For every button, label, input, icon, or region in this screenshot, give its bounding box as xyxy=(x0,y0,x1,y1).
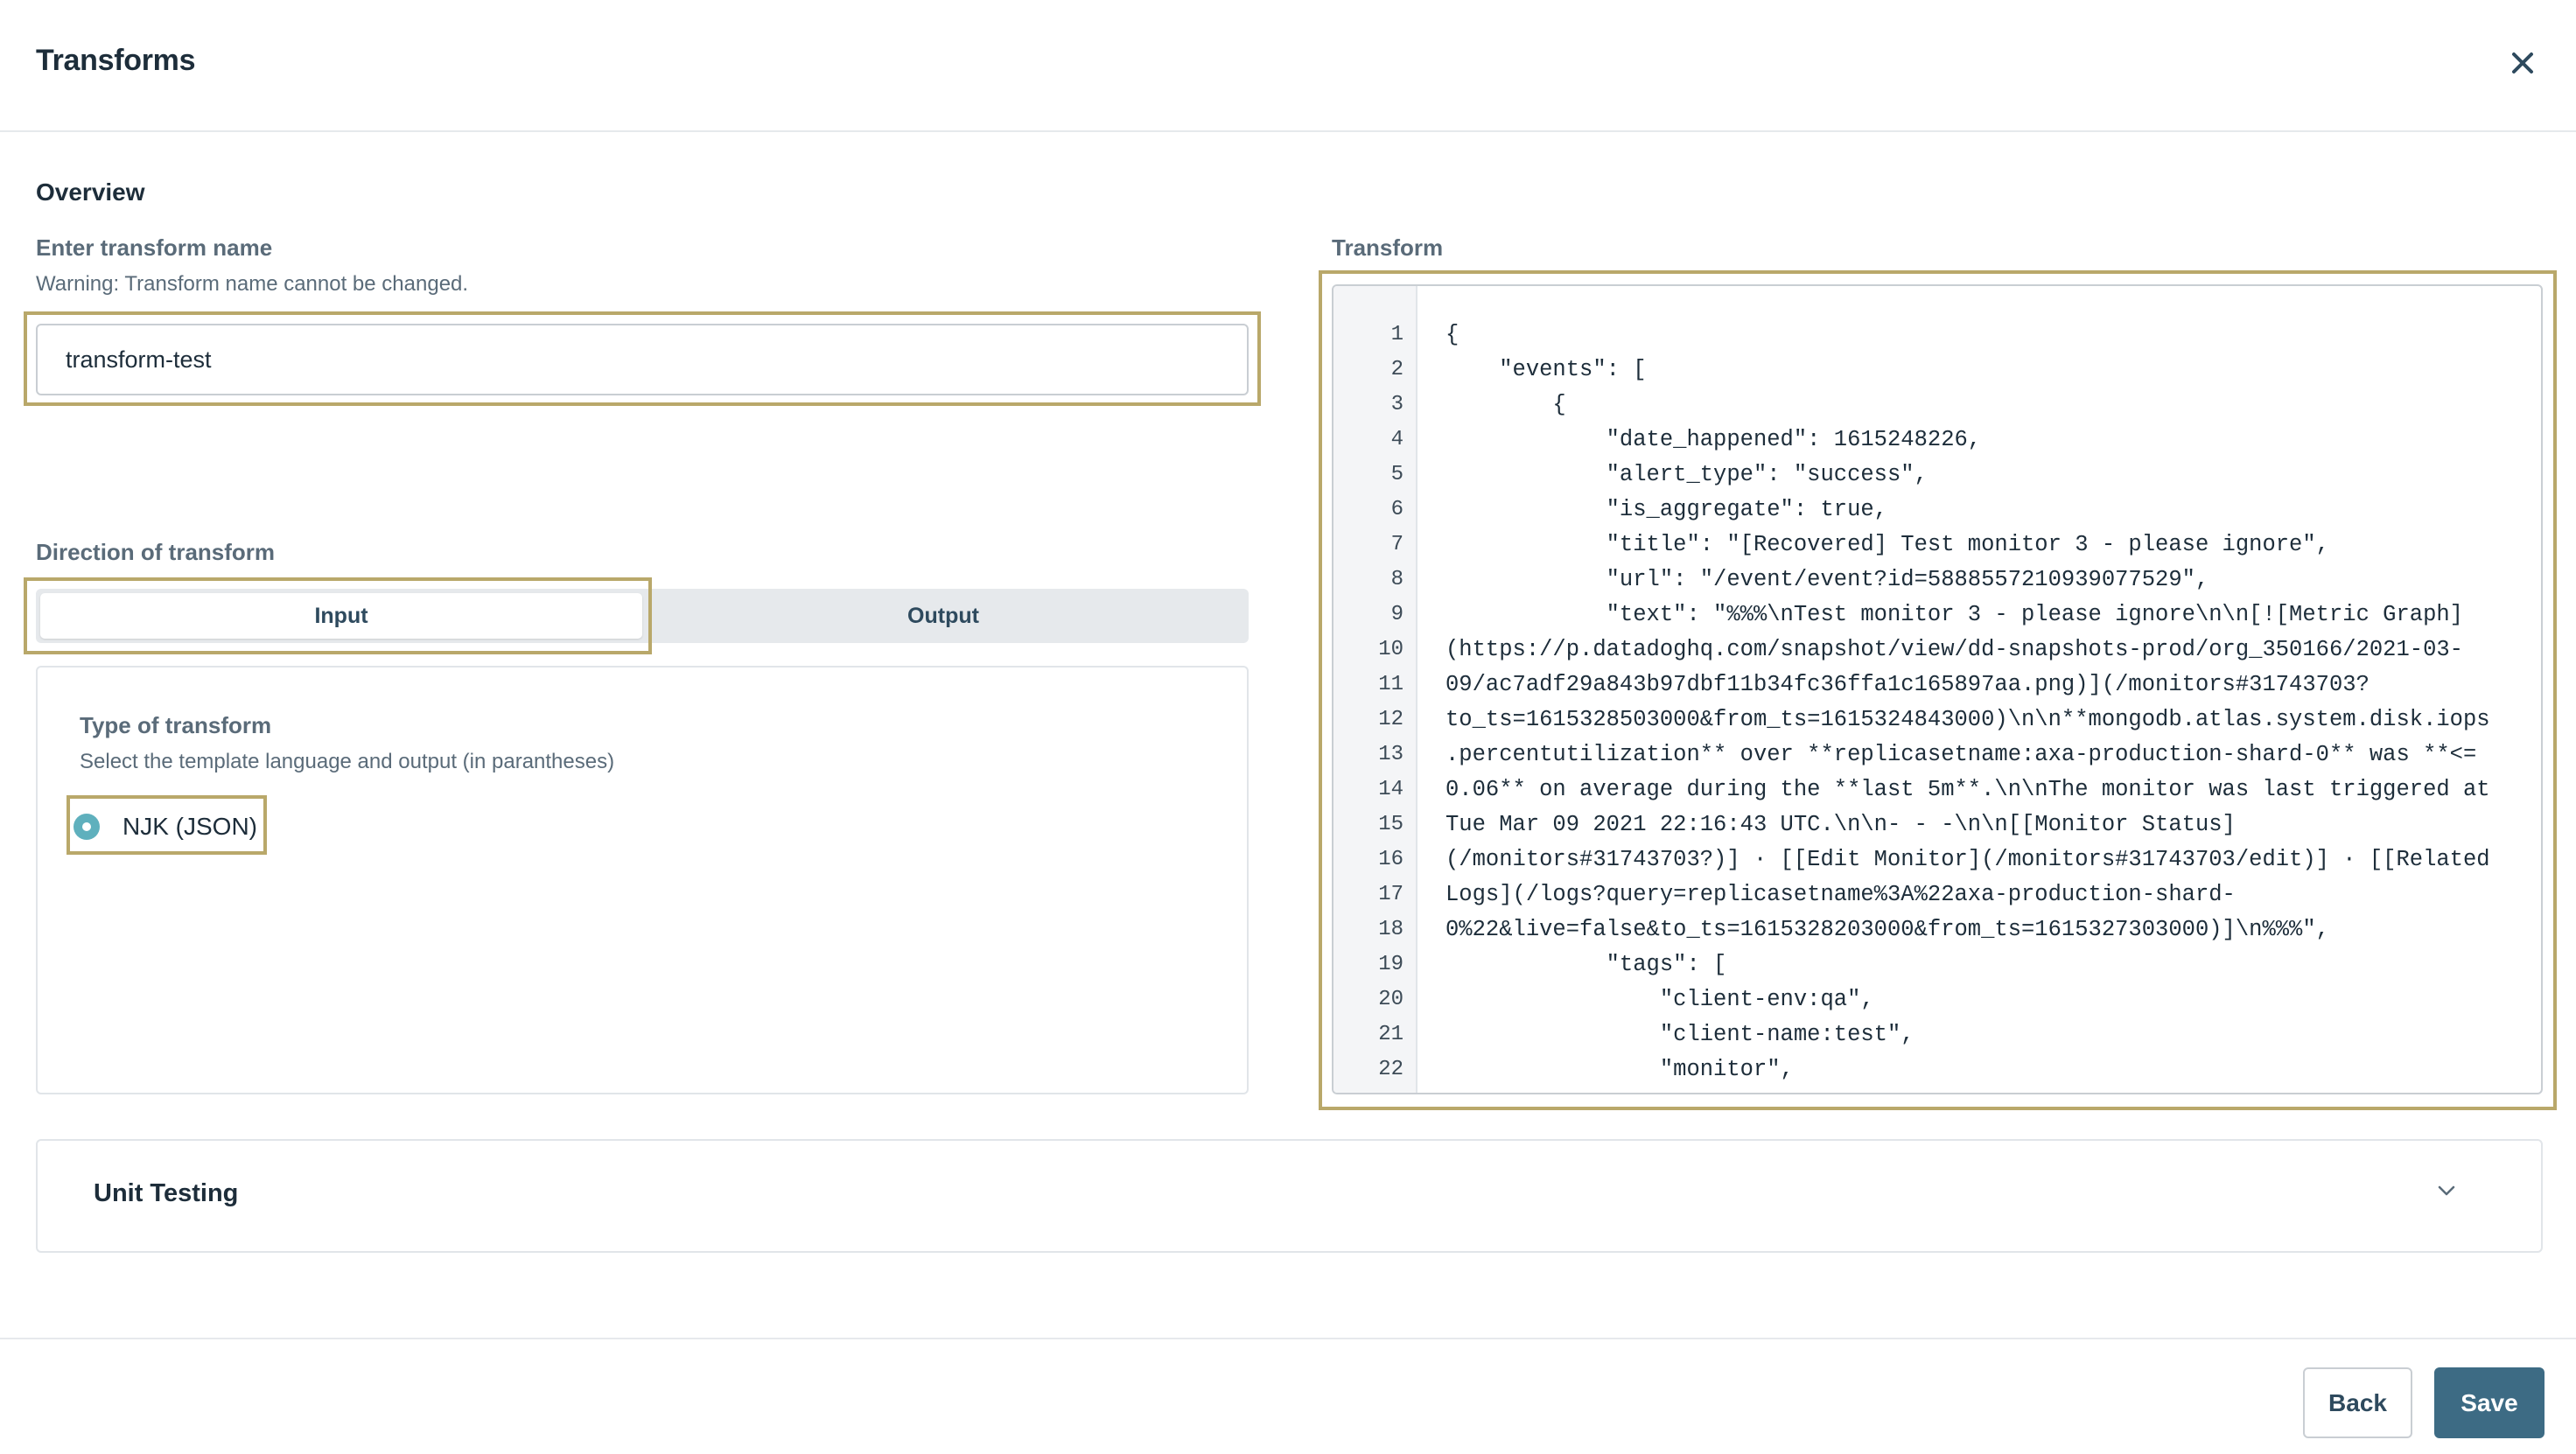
code-line[interactable]: { xyxy=(1446,318,2524,353)
code-line[interactable]: "alert_type": "success", xyxy=(1446,458,2524,493)
code-line[interactable]: "date_happened": 1615248226, xyxy=(1446,423,2524,458)
code-line[interactable]: "events": [ xyxy=(1446,353,2524,388)
code-line[interactable]: "monitor", xyxy=(1446,1052,2524,1087)
transform-name-input[interactable] xyxy=(36,324,1249,395)
line-number: 1 xyxy=(1390,323,1404,346)
line-number: 8 xyxy=(1390,568,1404,591)
line-number: 3 xyxy=(1390,393,1404,416)
line-number: 4 xyxy=(1390,428,1404,451)
code-line[interactable]: to_ts=1615328503000&from_ts=161532484300… xyxy=(1446,703,2524,737)
code-content[interactable]: { "events": [ { "date_happened": 1615248… xyxy=(1446,318,2524,1087)
line-number: 9 xyxy=(1390,603,1404,626)
line-number: 11 xyxy=(1378,673,1404,696)
code-line[interactable]: "is_aggregate": true, xyxy=(1446,493,2524,528)
code-line[interactable]: { xyxy=(1446,388,2524,423)
modal-header: Transforms xyxy=(0,0,2576,132)
close-icon xyxy=(2512,52,2533,73)
direction-label: Direction of transform xyxy=(36,539,276,565)
close-button[interactable] xyxy=(2508,48,2538,78)
line-number: 5 xyxy=(1390,463,1404,486)
line-number: 21 xyxy=(1378,1023,1404,1046)
direction-output-option[interactable]: Output xyxy=(642,593,1244,639)
code-line[interactable]: "client-name:test", xyxy=(1446,1017,2524,1052)
code-line[interactable]: "text": "%%%\nTest monitor 3 - please ig… xyxy=(1446,598,2524,633)
line-number: 22 xyxy=(1378,1058,1404,1081)
code-line[interactable]: 0.06** on average during the **last 5m**… xyxy=(1446,772,2524,807)
line-number: 17 xyxy=(1378,883,1404,906)
code-line[interactable]: "tags": [ xyxy=(1446,947,2524,982)
line-number: 19 xyxy=(1378,953,1404,976)
code-line[interactable]: .percentutilization** over **replicasetn… xyxy=(1446,737,2524,772)
code-line[interactable]: "client-env:qa", xyxy=(1446,982,2524,1017)
line-number: 7 xyxy=(1390,533,1404,556)
code-line[interactable]: "url": "/event/event?id=5888557210939077… xyxy=(1446,563,2524,598)
radio-selected-icon[interactable] xyxy=(74,814,100,840)
code-line[interactable]: (/monitors#31743703?)] · [[Edit Monitor]… xyxy=(1446,842,2524,877)
radio-label: NJK (JSON) xyxy=(122,813,257,840)
unit-testing-label: Unit Testing xyxy=(94,1179,239,1207)
page-title: Transforms xyxy=(36,44,196,77)
line-number: 12 xyxy=(1378,708,1404,731)
code-line[interactable]: 09/ac7adf29a843b97dbf11b34fc36ffa1c16589… xyxy=(1446,668,2524,703)
code-line[interactable]: "title": "[Recovered] Test monitor 3 - p… xyxy=(1446,528,2524,563)
code-editor[interactable]: 1 2 3 4 5 6 7 8 9 10 11 12 13 14 15 16 17 18 19 20 21 22 { "e… xyxy=(1332,284,2543,1094)
code-line[interactable]: Tue Mar 09 2021 22:16:43 UTC.\n\n- - -\n… xyxy=(1446,807,2524,842)
back-button[interactable]: Back xyxy=(2303,1367,2412,1438)
chevron-down-icon[interactable] xyxy=(2433,1178,2460,1204)
code-line[interactable]: (https://p.datadoghq.com/snapshot/view/d… xyxy=(1446,633,2524,668)
type-helper: Select the template language and output … xyxy=(80,750,615,773)
modal-footer xyxy=(0,1338,2576,1454)
line-number: 16 xyxy=(1378,848,1404,871)
line-number: 15 xyxy=(1378,813,1404,836)
line-number-gutter: 1 2 3 4 5 6 7 8 9 10 11 12 13 14 15 16 17 18 19 20 21 22 xyxy=(1334,286,1418,1093)
line-number: 20 xyxy=(1378,988,1404,1011)
type-label: Type of transform xyxy=(80,712,272,738)
line-number: 6 xyxy=(1390,498,1404,521)
direction-highlight xyxy=(24,577,652,654)
overview-heading: Overview xyxy=(36,178,145,206)
transform-name-label: Enter transform name xyxy=(36,234,273,261)
transform-name-warning: Warning: Transform name cannot be change… xyxy=(36,272,469,296)
line-numbers: 1 2 3 4 5 6 7 8 9 10 11 12 13 14 15 16 17 18 19 20 21 22 xyxy=(1334,318,1404,1087)
save-button[interactable]: Save xyxy=(2434,1367,2544,1438)
line-number: 2 xyxy=(1390,358,1404,381)
line-number: 14 xyxy=(1378,778,1404,801)
line-number: 13 xyxy=(1378,743,1404,766)
code-line[interactable]: Logs](/logs?query=replicasetname%3A%22ax… xyxy=(1446,877,2524,912)
line-number: 18 xyxy=(1378,918,1404,941)
unit-testing-accordion[interactable]: Unit Testing xyxy=(36,1139,2543,1253)
line-number: 10 xyxy=(1378,638,1404,661)
code-line[interactable]: 0%22&live=false&to_ts=1615328203000&from… xyxy=(1446,912,2524,947)
transform-label: Transform xyxy=(1332,234,1444,261)
njk-json-radio-option[interactable]: NJK (JSON) xyxy=(74,807,257,847)
